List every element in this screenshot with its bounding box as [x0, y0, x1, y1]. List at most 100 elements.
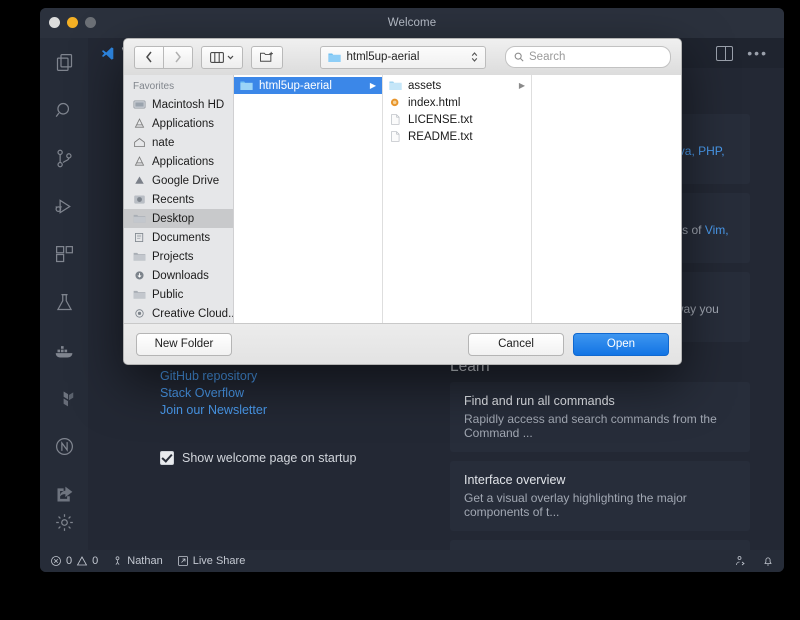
- sidebar-item-label: Google Drive: [152, 175, 219, 187]
- show-welcome-on-startup-checkbox[interactable]: Show welcome page on startup: [160, 451, 450, 465]
- sidebar-item-projects[interactable]: Projects: [124, 247, 233, 266]
- sidebar-item-documents[interactable]: Documents: [124, 228, 233, 247]
- sidebar-item-applications[interactable]: Applications: [124, 114, 233, 133]
- search-field[interactable]: Search: [505, 46, 671, 68]
- explorer-icon[interactable]: [40, 38, 88, 86]
- sidebar-item-label: Recents: [152, 194, 194, 206]
- status-account[interactable]: Nathan: [112, 555, 162, 567]
- bell-icon[interactable]: [762, 555, 774, 567]
- dialog-body: Favorites Macintosh HD Applications nate…: [124, 75, 681, 324]
- browser-column-3: [532, 75, 681, 324]
- text-file-icon: [389, 114, 402, 125]
- run-debug-icon[interactable]: [40, 182, 88, 230]
- folder-icon: [133, 251, 146, 262]
- warning-icon: [76, 555, 88, 567]
- folder-icon: [240, 80, 253, 91]
- split-editor-icon[interactable]: [716, 46, 733, 61]
- sidebar-item-label: Desktop: [152, 213, 194, 225]
- sidebar-item-public[interactable]: Public: [124, 285, 233, 304]
- status-problems[interactable]: 0 0: [50, 555, 98, 567]
- live-share-icon: [177, 555, 189, 567]
- link-github-repository[interactable]: GitHub repository: [160, 369, 450, 383]
- file-row-index-html[interactable]: index.html: [383, 94, 531, 111]
- zoom-window-button[interactable]: [85, 17, 96, 28]
- file-row-html5up-aerial[interactable]: html5up-aerial ▶: [234, 77, 382, 94]
- dialog-sidebar: Favorites Macintosh HD Applications nate…: [124, 75, 234, 324]
- minimize-window-button[interactable]: [67, 17, 78, 28]
- path-popup-button[interactable]: html5up-aerial: [320, 46, 486, 69]
- text-file-icon: [389, 131, 402, 142]
- chevron-right-icon: ▶: [519, 81, 525, 90]
- html-file-icon: [389, 97, 402, 108]
- dialog-toolbar: html5up-aerial Search: [124, 39, 681, 76]
- sidebar-item-nate[interactable]: nate: [124, 133, 233, 152]
- documents-folder-icon: [133, 232, 146, 243]
- recents-icon: [133, 194, 146, 205]
- dialog-footer: New Folder Cancel Open: [124, 323, 681, 364]
- card-description: Rapidly access and search commands from …: [464, 412, 736, 440]
- footer-actions: Cancel Open: [468, 333, 669, 356]
- remote-account-icon[interactable]: [734, 555, 746, 567]
- sidebar-item-label: Downloads: [152, 270, 209, 282]
- docker-icon[interactable]: [40, 326, 88, 374]
- sidebar-item-label: Projects: [152, 251, 194, 263]
- card-interface-overview[interactable]: Interface overview Get a visual overlay …: [450, 461, 750, 531]
- file-row-label: index.html: [408, 97, 460, 109]
- search-icon[interactable]: [40, 86, 88, 134]
- file-row-assets[interactable]: assets ▶: [383, 77, 531, 94]
- testing-flask-icon[interactable]: [40, 278, 88, 326]
- more-actions-icon[interactable]: •••: [747, 49, 768, 57]
- cancel-button[interactable]: Cancel: [468, 333, 564, 356]
- card-find-and-run-commands[interactable]: Find and run all commands Rapidly access…: [450, 382, 750, 452]
- chevron-right-icon: ▶: [370, 81, 376, 90]
- browser-column-1: html5up-aerial ▶: [234, 75, 383, 324]
- extensions-icon[interactable]: [40, 230, 88, 278]
- sidebar-item-downloads[interactable]: Downloads: [124, 266, 233, 285]
- creative-cloud-icon: [133, 308, 146, 319]
- status-live-share[interactable]: Live Share: [177, 555, 246, 567]
- status-right-group: [734, 555, 774, 567]
- view-options-button[interactable]: [201, 46, 243, 69]
- file-row-label: LICENSE.txt: [408, 114, 473, 126]
- checkbox-label: Show welcome page on startup: [182, 451, 356, 465]
- chevron-left-icon: [145, 51, 153, 63]
- applications-icon: [133, 156, 146, 167]
- terraform-icon[interactable]: [40, 374, 88, 422]
- traffic-lights[interactable]: [49, 17, 96, 28]
- forward-button[interactable]: [163, 46, 193, 69]
- updown-chevrons-icon: [471, 51, 478, 63]
- close-window-button[interactable]: [49, 17, 60, 28]
- link-stack-overflow[interactable]: Stack Overflow: [160, 386, 450, 400]
- sidebar-item-recents[interactable]: Recents: [124, 190, 233, 209]
- checkbox-box[interactable]: [160, 451, 174, 465]
- sidebar-item-label: Applications: [152, 156, 214, 168]
- warning-count: 0: [92, 555, 98, 567]
- file-row-readme-txt[interactable]: README.txt: [383, 128, 531, 145]
- new-folder-toolbar-button[interactable]: [251, 46, 283, 69]
- sidebar-item-desktop[interactable]: Desktop: [124, 209, 233, 228]
- new-folder-icon: [260, 51, 274, 63]
- new-folder-button[interactable]: New Folder: [136, 333, 232, 356]
- sidebar-item-label: nate: [152, 137, 174, 149]
- card-title: Find and run all commands: [464, 394, 736, 408]
- sidebar-item-label: Creative Cloud...: [152, 308, 233, 320]
- card-interactive-playground[interactable]: Interactive playground Try out essential…: [450, 540, 750, 550]
- status-bar: 0 0 Nathan Live Share: [40, 550, 784, 572]
- file-row-license-txt[interactable]: LICENSE.txt: [383, 111, 531, 128]
- back-button[interactable]: [134, 46, 163, 69]
- open-button[interactable]: Open: [573, 333, 669, 356]
- nav-segmented-control[interactable]: [134, 46, 193, 69]
- sidebar-item-label: Documents: [152, 232, 210, 244]
- folder-icon: [389, 80, 402, 91]
- sidebar-item-creative-cloud[interactable]: Creative Cloud...: [124, 304, 233, 323]
- git-graph-icon[interactable]: [40, 422, 88, 470]
- home-icon: [133, 137, 146, 148]
- source-control-icon[interactable]: [40, 134, 88, 182]
- card-description: Get a visual overlay highlighting the ma…: [464, 491, 736, 519]
- link-join-newsletter[interactable]: Join our Newsletter: [160, 403, 450, 417]
- sidebar-item-google-drive[interactable]: Google Drive: [124, 171, 233, 190]
- sidebar-item-macintosh-hd[interactable]: Macintosh HD: [124, 95, 233, 114]
- gear-icon[interactable]: [40, 498, 88, 546]
- sidebar-item-applications-2[interactable]: Applications: [124, 152, 233, 171]
- column-browser: html5up-aerial ▶ assets ▶: [234, 75, 681, 324]
